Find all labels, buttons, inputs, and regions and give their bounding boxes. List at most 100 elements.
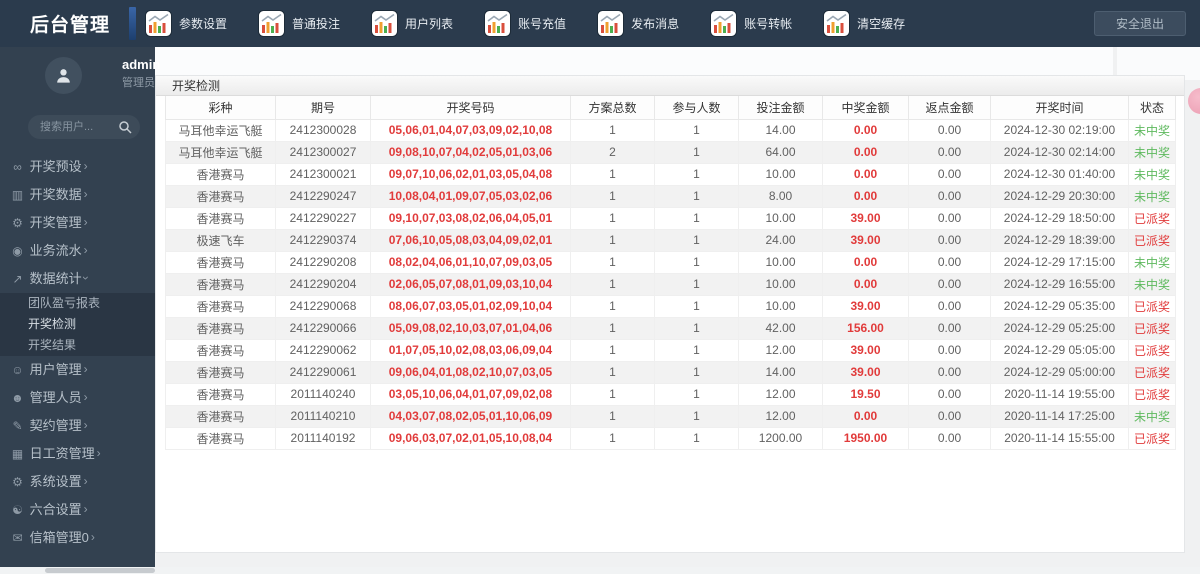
table-row: 香港赛马 2011140210 04,03,07,08,02,05,01,10,… [165,404,1176,428]
sidebar-item[interactable]: ☺ 用户管理 › [0,356,155,384]
sidebar-item[interactable]: ⚙ 开奖管理 › [0,209,155,237]
cell-draw-time: 2020-11-14 19:55:00 [990,382,1129,406]
cell-draw-numbers: 07,06,10,05,08,03,04,09,02,01 [370,228,571,252]
cell-rebate-amount: 0.00 [908,382,991,406]
cell-player-count: 1 [654,228,739,252]
sidebar-item-label: 业务流水 [29,243,82,258]
sidebar-subitem[interactable]: 开奖检测 [0,314,155,335]
table-row: 香港赛马 2412290204 02,06,05,07,08,01,09,03,… [165,272,1176,296]
sidebar-item-label: 管理人员 [29,390,82,405]
cell-rebate-amount: 0.00 [908,316,991,340]
cell-lottery: 马耳他幸运飞艇 [165,140,276,164]
sidebar-item-label: 用户管理 [29,362,82,377]
topnav-item-label: 发布消息 [631,17,680,31]
cell-rebate-amount: 0.00 [908,338,991,362]
scrollbar-thumb[interactable] [45,568,155,573]
chart-app-icon [371,10,399,37]
cell-draw-numbers: 05,09,08,02,10,03,07,01,04,06 [370,316,571,340]
logout-button[interactable]: 安全退出 [1094,11,1186,36]
sidebar-item[interactable]: ☯ 六合设置 › [0,496,155,524]
table-row: 香港赛马 2412290066 05,09,08,02,10,03,07,01,… [165,316,1176,340]
sidebar-item[interactable]: ✉ 信箱管理0 › [0,524,155,552]
cell-bet-amount: 1200.00 [738,426,823,450]
sidebar-item[interactable]: ✎ 契约管理 › [0,412,155,440]
cell-plan-count: 1 [570,118,655,142]
cell-rebate-amount: 0.00 [908,184,991,208]
chart-app-icon [710,10,738,37]
sidebar-item[interactable]: ↗ 数据统计› [0,265,155,293]
cell-bet-amount: 12.00 [738,338,823,362]
cell-status: 已派奖 [1128,426,1176,450]
sidebar-subitem[interactable]: 开奖结果 [0,335,155,356]
chart-app-icon [258,10,286,37]
cell-player-count: 1 [654,338,739,362]
search-input[interactable] [40,115,118,139]
cell-draw-numbers: 09,07,10,06,02,01,03,05,04,08 [370,162,571,186]
chart-app-icon [145,10,172,37]
cell-issue: 2011140240 [275,382,371,406]
sidebar-item[interactable]: ⚙ 系统设置 › [0,468,155,496]
cell-win-amount: 0.00 [822,118,909,142]
cell-win-amount: 0.00 [822,272,909,296]
sidebar-subitem-label: 团队盈亏报表 [28,296,101,310]
cell-win-amount: 39.00 [822,228,909,252]
sidebar-item-label: 开奖管理 [29,215,82,230]
sidebar-item[interactable]: ∞ 开奖预设 › [0,153,155,181]
sidebar-item-icon: ⚙ [12,216,23,230]
cell-bet-amount: 24.00 [738,228,823,252]
horizontal-scrollbar [0,567,1200,574]
cell-win-amount: 39.00 [822,294,909,318]
chart-app-icon [597,10,625,37]
cell-issue: 2011140210 [275,404,371,428]
topnav-item[interactable]: 清空缓存 [823,10,905,37]
sidebar-item-icon: ▦ [11,447,24,461]
cell-player-count: 1 [654,360,739,384]
cell-draw-numbers: 04,03,07,08,02,05,01,10,06,09 [370,404,571,428]
cell-draw-time: 2024-12-29 05:00:00 [990,360,1129,384]
chevron-icon: › [83,502,88,516]
sidebar-item[interactable]: ▦ 日工资管理 › [0,440,155,468]
sidebar-item-label: 六合设置 [29,502,82,517]
column-header: 方案总数 [570,96,655,120]
topnav-item[interactable]: 用户列表 [371,10,453,37]
floating-action-button[interactable] [1188,88,1200,114]
results-table: 彩种 期号 开奖号码 方案总数 参与人数 投注金额 中奖金额 返点金额 开奖时间 状态 马耳他幸运… [165,96,1176,450]
topnav-item[interactable]: 发布消息 [597,10,679,37]
sidebar-item[interactable]: ◉ 业务流水 › [0,237,155,265]
sidebar-menu: ∞ 开奖预设 › ▥ 开奖数据 › ⚙ 开奖管理 › ◉ 业务流水 › ↗ 数据统计› … [0,153,155,552]
user-block: admin 管理员 [0,47,160,107]
table-row: 香港赛马 2011140192 09,06,03,07,02,01,05,10,… [165,426,1176,450]
cell-rebate-amount: 0.00 [908,360,991,384]
column-header: 状态 [1128,96,1176,120]
sidebar-subitem[interactable]: 团队盈亏报表 [0,293,155,314]
cell-plan-count: 1 [570,426,655,450]
chevron-icon: › [96,446,101,460]
search-icon[interactable] [118,120,132,134]
sidebar-item[interactable]: ☻ 管理人员 › [0,384,155,412]
sidebar-item[interactable]: ▥ 开奖数据 › [0,181,155,209]
cell-bet-amount: 10.00 [738,294,823,318]
column-header: 彩种 [165,96,276,120]
topnav-item[interactable]: 参数设置 [145,10,227,37]
chevron-icon: › [83,418,88,432]
cell-issue: 2412290204 [275,272,371,296]
sidebar-submenu: 团队盈亏报表 开奖检测 开奖结果 [0,293,155,356]
cell-player-count: 1 [654,316,739,340]
cell-status: 已派奖 [1128,316,1176,340]
cell-lottery: 香港赛马 [165,206,276,230]
sidebar-item-icon: ▥ [11,188,24,202]
cell-player-count: 1 [654,162,739,186]
table-row: 香港赛马 2412290062 01,07,05,10,02,08,03,06,… [165,338,1176,362]
chevron-icon: › [83,159,88,173]
cell-rebate-amount: 0.00 [908,272,991,296]
app-window: 后台管理 参数设置 普通投注 用户列表 账号充值 发布消息 账号转帐 清空缓存 … [0,0,1200,574]
topnav-item-label: 账号充值 [518,17,567,31]
sidebar-item-label: 信箱管理0 [29,530,89,545]
content-area: 开奖检测 彩种 期号 开奖号码 方案总数 参与人数 投注金额 中奖金额 返点金额 开奖时间 状态 … [155,47,1200,574]
topnav-item[interactable]: 账号充值 [484,10,566,37]
topnav-item[interactable]: 普通投注 [258,10,340,37]
cell-player-count: 1 [654,206,739,230]
topnav-item[interactable]: 账号转帐 [710,10,792,37]
cell-draw-time: 2024-12-29 17:15:00 [990,250,1129,274]
sidebar-item-icon: ☺ [11,363,24,377]
